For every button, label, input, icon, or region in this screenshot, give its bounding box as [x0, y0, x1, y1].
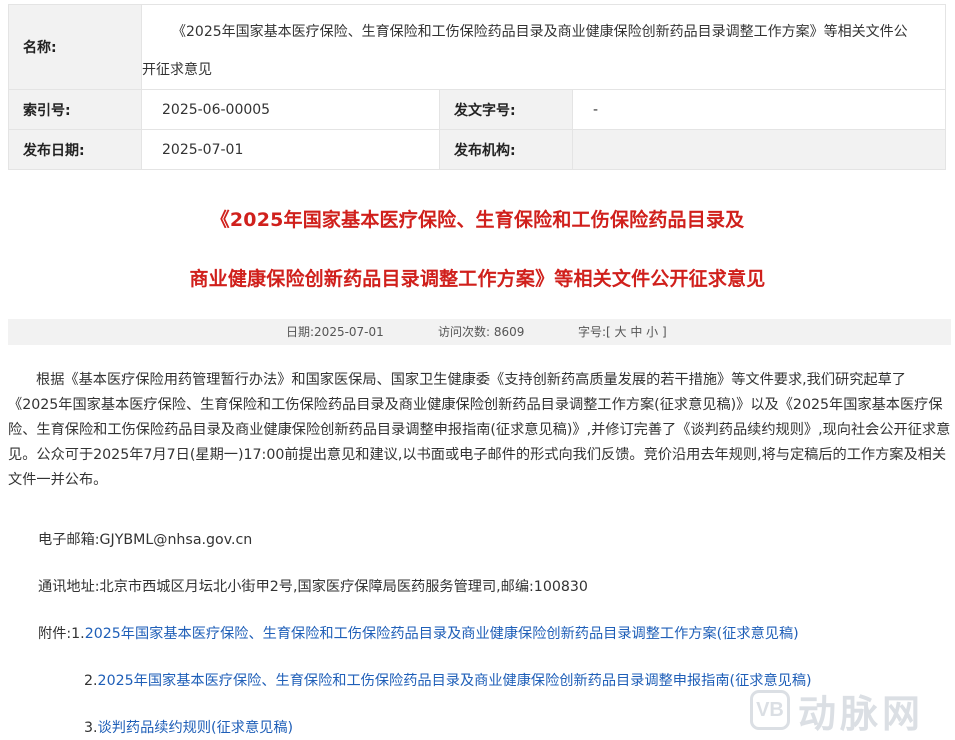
date-value: 2025-07-01 [141, 129, 440, 170]
org-label: 发布机构: [439, 129, 573, 170]
document-meta-table: 名称: 《2025年国家基本医疗保险、生育保险和工伤保险药品目录及商业健康保险创… [8, 4, 946, 170]
body-paragraph: 根据《基本医疗保险用药管理暂行办法》和国家医保局、国家卫生健康委《支持创新药高质… [8, 372, 951, 488]
attachment-label: 附件: [38, 626, 72, 642]
name-label: 名称: [8, 4, 142, 90]
attachment-link-1[interactable]: 2025年国家基本医疗保险、生育保险和工伤保险药品目录及商业健康保险创新药品目录… [85, 626, 799, 642]
article-title-line2: 商业健康保险创新药品目录调整工作方案》等相关文件公开征求意见 [189, 268, 766, 290]
attachment-link-2[interactable]: 2025年国家基本医疗保险、生育保险和工伤保险药品目录及商业健康保险创新药品目录… [98, 673, 812, 689]
attachment-number: 1. [71, 626, 85, 642]
name-value-line1: 《2025年国家基本医疗保险、生育保险和工伤保险药品目录及商业健康保险创新药品目… [172, 24, 908, 40]
publish-date: 日期:2025-07-01 [286, 325, 384, 339]
attachment-number: 2. [84, 673, 98, 689]
attachment-number: 3. [84, 720, 98, 736]
name-value: 《2025年国家基本医疗保险、生育保险和工伤保险药品目录及商业健康保险创新药品目… [141, 4, 946, 90]
index-value: 2025-06-00005 [141, 89, 440, 130]
docno-label: 发文字号: [439, 89, 573, 130]
attachment-link-3[interactable]: 谈判药品续约规则(征求意见稿) [98, 720, 294, 736]
org-value [572, 129, 946, 170]
name-value-line2: 开征求意见 [142, 62, 212, 78]
article-title-line1: 《2025年国家基本医疗保险、生育保险和工伤保险药品目录及 [210, 209, 745, 231]
vb-logo-icon: VB [750, 690, 790, 730]
watermark-text: 动脉网 [798, 691, 925, 736]
contact-email: 电子邮箱:GJYBML@nhsa.gov.cn [38, 532, 253, 548]
date-label: 发布日期: [8, 129, 142, 170]
font-size-switcher[interactable]: 字号:[ 大 中 小 ] [578, 319, 667, 345]
watermark: VB 动脉网 [750, 686, 950, 736]
attachment-row-3: 3.谈判药品续约规则(征求意见稿) [84, 717, 293, 737]
attachment-row-1: 附件:1.2025年国家基本医疗保险、生育保险和工伤保险药品目录及商业健康保险创… [38, 623, 799, 643]
docno-value: - [572, 89, 946, 130]
contact-address: 通讯地址:北京市西城区月坛北小街甲2号,国家医疗保障局医药服务管理司,邮编:10… [38, 579, 588, 595]
visit-count: 访问次数: 8609 [438, 325, 525, 339]
index-label: 索引号: [8, 89, 142, 130]
article-info-bar: 日期:2025-07-01 访问次数: 8609 字号:[ 大 中 小 ] [8, 319, 951, 345]
attachment-row-2: 2.2025年国家基本医疗保险、生育保险和工伤保险药品目录及商业健康保险创新药品… [84, 670, 812, 690]
